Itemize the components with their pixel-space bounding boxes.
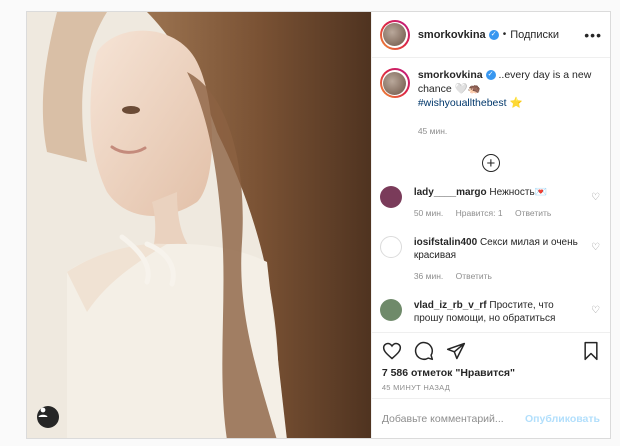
comment-username[interactable]: lady____margo: [414, 187, 487, 198]
caption-avatar[interactable]: [379, 68, 410, 98]
comments-section[interactable]: smorkovkina ✓ ..every day is a new chance…: [371, 58, 610, 332]
bookmark-save-icon[interactable]: [582, 341, 600, 361]
caption-username[interactable]: smorkovkina: [418, 69, 483, 81]
plus-circle-icon: +: [481, 154, 500, 172]
comment-item: iosifstalin400 Секси милая и очень краси…: [379, 236, 602, 283]
post-actions: 7 586 отметок "Нравится" 45 МИНУТ НАЗАД: [371, 332, 610, 398]
comment-like-heart-icon[interactable]: ♡: [591, 242, 600, 253]
post-caption: smorkovkina ✓ ..every day is a new chance…: [379, 68, 602, 138]
comment-item: lady____margo Нежность💌 50 мин. Нравится…: [379, 186, 602, 220]
comment-reply-button[interactable]: Ответить: [456, 271, 492, 281]
caption-hashtag[interactable]: #wishyouallthebest: [418, 97, 507, 109]
post-photo[interactable]: [27, 12, 371, 438]
comment-avatar[interactable]: [379, 236, 402, 258]
likes-count[interactable]: 7 586 отметок "Нравится": [382, 367, 600, 379]
comment-time: 50 мин.: [413, 208, 444, 218]
author-avatar[interactable]: [379, 19, 410, 50]
comment-avatar[interactable]: [379, 186, 402, 208]
comment-username[interactable]: vlad_iz_rb_v_rf: [414, 300, 487, 311]
comment-input[interactable]: Добавьте комментарий...: [382, 413, 504, 425]
author-username[interactable]: smorkovkina: [418, 29, 486, 41]
verified-badge-icon: ✓: [488, 29, 499, 40]
load-more-comments-button[interactable]: +: [380, 154, 602, 172]
caption-time: 45 мин.: [417, 126, 448, 136]
portrait-illustration: [27, 12, 371, 438]
comment-reply-button[interactable]: Ответить: [515, 208, 551, 218]
separator-dot: •: [502, 29, 507, 40]
add-comment-bar: Добавьте комментарий... Опубликовать: [371, 398, 610, 438]
like-heart-icon[interactable]: [382, 341, 402, 361]
comment-avatar[interactable]: [379, 299, 402, 321]
following-button[interactable]: Подписки: [510, 29, 559, 41]
verified-badge-icon: ✓: [485, 70, 496, 81]
more-options-icon[interactable]: •••: [584, 27, 602, 43]
publish-button[interactable]: Опубликовать: [525, 413, 600, 425]
scroll-fade: [371, 320, 610, 332]
comment-like-heart-icon[interactable]: ♡: [591, 192, 600, 203]
user-icon: [38, 407, 48, 417]
post-modal: smorkovkina ✓ • Подписки ••• smorkovkina…: [26, 11, 611, 439]
tagged-users-button[interactable]: [37, 406, 59, 428]
star-emoji: ⭐: [509, 97, 523, 109]
post-timestamp: 45 МИНУТ НАЗАД: [381, 383, 451, 392]
comment-like-heart-icon[interactable]: ♡: [591, 305, 600, 316]
comment-text: Нежность💌: [489, 187, 548, 198]
post-sidebar: smorkovkina ✓ • Подписки ••• smorkovkina…: [370, 12, 610, 438]
post-header: smorkovkina ✓ • Подписки •••: [371, 12, 610, 58]
comment-bubble-icon[interactable]: [414, 341, 434, 361]
comment-time: 36 мин.: [413, 271, 444, 281]
share-send-icon[interactable]: [446, 341, 466, 361]
comment-username[interactable]: iosifstalin400: [414, 237, 477, 248]
comment-likes[interactable]: Нравится: 1: [456, 208, 503, 218]
